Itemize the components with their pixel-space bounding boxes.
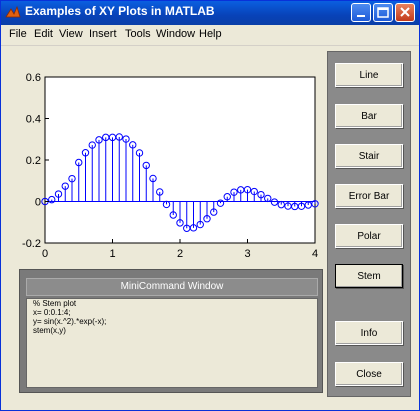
- mini-command-code[interactable]: % Stem plot x= 0:0.1:4; y= sin(x.^2).*ex…: [26, 298, 318, 388]
- x-tick-label: 0: [42, 248, 48, 260]
- menu-help[interactable]: Help: [199, 28, 222, 40]
- mini-command-title: MiniCommand Window: [26, 278, 318, 296]
- menu-bar: File Edit View Insert Tools Window Help: [1, 25, 419, 46]
- bar-button[interactable]: Bar: [335, 104, 403, 128]
- y-tick-label: 0.2: [26, 155, 41, 167]
- maximize-icon: [377, 7, 389, 18]
- menu-view[interactable]: View: [59, 28, 83, 40]
- mini-command-window: MiniCommand Window % Stem plot x= 0:0.1:…: [19, 269, 323, 393]
- close-window-button[interactable]: [395, 3, 415, 22]
- matlab-logo-icon: [5, 5, 21, 18]
- menu-insert[interactable]: Insert: [89, 28, 117, 40]
- x-tick-label: 4: [312, 248, 318, 260]
- title-bar[interactable]: Examples of XY Plots in MATLAB: [1, 1, 419, 25]
- menu-file[interactable]: File: [9, 28, 27, 40]
- y-tick-label: -0.2: [22, 238, 41, 250]
- menu-window[interactable]: Window: [156, 28, 195, 40]
- stair-button[interactable]: Stair: [335, 144, 403, 168]
- stem-button[interactable]: Stem: [335, 264, 403, 288]
- line-button[interactable]: Line: [335, 63, 403, 87]
- matlab-figure-window: Examples of XY Plots in MATLAB File Edit…: [0, 0, 420, 411]
- y-tick-label: 0.4: [26, 114, 41, 126]
- code-line: x= 0:0.1:4;: [33, 308, 71, 317]
- close-icon: [400, 7, 410, 17]
- y-tick-label: 0: [35, 197, 41, 209]
- code-line: stem(x,y): [33, 326, 66, 335]
- menu-edit[interactable]: Edit: [34, 28, 53, 40]
- info-button[interactable]: Info: [335, 321, 403, 345]
- polar-button[interactable]: Polar: [335, 224, 403, 248]
- code-line: y= sin(x.^2).*exp(-x);: [33, 317, 107, 326]
- minimize-icon: [357, 15, 365, 17]
- minimize-button[interactable]: [351, 3, 371, 22]
- y-tick-label: 0.6: [26, 72, 41, 84]
- x-tick-label: 3: [244, 248, 250, 260]
- x-tick-label: 2: [177, 248, 183, 260]
- plot-type-button-panel: Line Bar Stair Error Bar Polar Stem Info…: [327, 51, 411, 397]
- menu-tools[interactable]: Tools: [125, 28, 151, 40]
- window-title: Examples of XY Plots in MATLAB: [25, 4, 215, 18]
- code-line: % Stem plot: [33, 299, 77, 308]
- errorbar-button[interactable]: Error Bar: [335, 184, 403, 208]
- x-tick-label: 1: [109, 248, 115, 260]
- maximize-button[interactable]: [373, 3, 393, 22]
- stem-plot: 0 1 2 3 4-0.200.20.40.6: [22, 72, 319, 260]
- close-button[interactable]: Close: [335, 362, 403, 386]
